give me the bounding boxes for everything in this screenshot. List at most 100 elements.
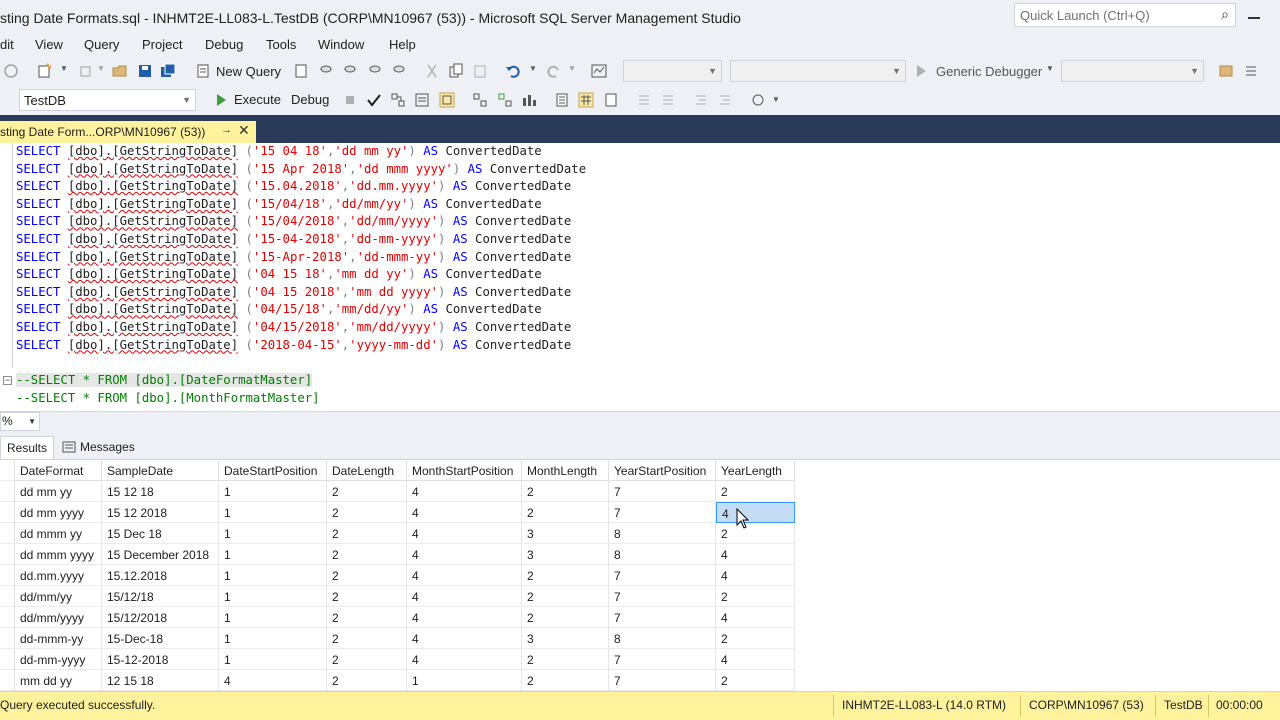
- grid-cell[interactable]: 4: [407, 481, 522, 502]
- display-estimated-plan-icon[interactable]: [390, 92, 406, 108]
- mdx-query-icon[interactable]: [318, 63, 334, 79]
- live-query-statistics-icon[interactable]: [497, 92, 513, 108]
- available-databases-select[interactable]: TestDB ▼: [19, 89, 196, 111]
- dropdown-arrow-icon[interactable]: ▼: [97, 64, 105, 73]
- row-header[interactable]: [0, 649, 15, 670]
- grid-cell[interactable]: 4: [407, 523, 522, 544]
- dropdown-arrow-icon[interactable]: ▼: [529, 64, 537, 73]
- grid-corner[interactable]: [0, 460, 15, 481]
- column-header[interactable]: MonthLength: [522, 460, 609, 481]
- minimize-button[interactable]: [1248, 17, 1260, 19]
- grid-cell[interactable]: 2: [522, 502, 609, 523]
- solution-configuration-select[interactable]: ▼: [623, 60, 722, 82]
- grid-cell[interactable]: 2: [327, 502, 407, 523]
- results-to-file-icon[interactable]: [603, 92, 619, 108]
- save-icon[interactable]: [137, 63, 153, 79]
- grid-cell[interactable]: 15 Dec 18: [102, 523, 219, 544]
- parse-checkmark-icon[interactable]: [366, 92, 382, 108]
- grid-cell[interactable]: 4: [716, 649, 795, 670]
- column-header[interactable]: DateFormat: [15, 460, 102, 481]
- grid-cell[interactable]: dd mm yy: [15, 481, 102, 502]
- menu-query[interactable]: Query: [84, 37, 119, 52]
- grid-cell[interactable]: 1: [219, 628, 327, 649]
- grid-cell[interactable]: 1: [219, 523, 327, 544]
- intellisense-enabled-icon[interactable]: [439, 92, 455, 108]
- grid-cell[interactable]: 2: [327, 481, 407, 502]
- cut-icon[interactable]: [424, 63, 440, 79]
- execute-icon[interactable]: [213, 92, 229, 108]
- menu-debug[interactable]: Debug: [205, 37, 243, 52]
- debugger-select-label[interactable]: Generic Debugger: [936, 64, 1042, 79]
- grid-cell[interactable]: 15 12 18: [102, 481, 219, 502]
- grid-cell[interactable]: 4: [407, 502, 522, 523]
- grid-cell[interactable]: 2: [522, 586, 609, 607]
- results-grid[interactable]: DateFormat SampleDate DateStartPosition Dat…: [0, 459, 1280, 691]
- redo-icon[interactable]: [546, 63, 562, 79]
- menu-window[interactable]: Window: [318, 37, 364, 52]
- grid-cell[interactable]: 15-Dec-18: [102, 628, 219, 649]
- row-header[interactable]: [0, 565, 15, 586]
- menu-help[interactable]: Help: [389, 37, 416, 52]
- grid-cell[interactable]: 1: [407, 670, 522, 691]
- grid-cell[interactable]: 15 December 2018: [102, 544, 219, 565]
- add-item-icon[interactable]: [78, 63, 94, 79]
- grid-cell[interactable]: 7: [609, 502, 716, 523]
- customize-icon[interactable]: [1243, 63, 1259, 79]
- grid-cell[interactable]: 7: [609, 586, 716, 607]
- column-header[interactable]: YearLength: [716, 460, 795, 481]
- decrease-indent-icon[interactable]: [693, 92, 709, 108]
- query-options-icon[interactable]: [414, 92, 430, 108]
- execute-button[interactable]: Execute: [234, 92, 281, 107]
- tab-messages[interactable]: Messages: [56, 436, 141, 459]
- increase-indent-icon[interactable]: [717, 92, 733, 108]
- grid-cell[interactable]: 2: [716, 670, 795, 691]
- grid-cell[interactable]: 15.12.2018: [102, 565, 219, 586]
- toolbar-options-icon[interactable]: ▼: [772, 95, 780, 104]
- grid-cell[interactable]: 12 15 18: [102, 670, 219, 691]
- row-header[interactable]: [0, 628, 15, 649]
- grid-cell[interactable]: 3: [522, 523, 609, 544]
- grid-cell[interactable]: 15/12/2018: [102, 607, 219, 628]
- collapse-icon[interactable]: −: [3, 376, 12, 385]
- database-engine-query-icon[interactable]: [293, 63, 309, 79]
- open-folder-icon[interactable]: [112, 63, 128, 79]
- grid-cell[interactable]: 7: [609, 565, 716, 586]
- grid-cell[interactable]: 4: [716, 565, 795, 586]
- grid-cell[interactable]: dd mmm yyyy: [15, 544, 102, 565]
- grid-cell[interactable]: 2: [716, 481, 795, 502]
- grid-cell[interactable]: 7: [609, 481, 716, 502]
- xmla-query-icon[interactable]: [367, 63, 383, 79]
- grid-cell[interactable]: 15 12 2018: [102, 502, 219, 523]
- grid-cell[interactable]: 1: [219, 565, 327, 586]
- grid-cell[interactable]: 2: [327, 628, 407, 649]
- grid-cell[interactable]: 1: [219, 544, 327, 565]
- grid-cell[interactable]: 8: [609, 628, 716, 649]
- grid-cell[interactable]: 15/12/18: [102, 586, 219, 607]
- grid-cell[interactable]: 4: [716, 607, 795, 628]
- grid-cell[interactable]: 3: [522, 628, 609, 649]
- debug-button[interactable]: Debug: [291, 92, 329, 107]
- grid-cell[interactable]: 2: [327, 565, 407, 586]
- comment-out-icon[interactable]: [636, 92, 652, 108]
- row-header[interactable]: [0, 586, 15, 607]
- row-header[interactable]: [0, 481, 15, 502]
- grid-cell[interactable]: 2: [327, 649, 407, 670]
- undo-icon[interactable]: [505, 63, 521, 79]
- quick-launch-input[interactable]: Quick Launch (Ctrl+Q) ⌕: [1014, 3, 1236, 27]
- grid-cell[interactable]: dd-mm-yyyy: [15, 649, 102, 670]
- uncomment-icon[interactable]: [660, 92, 676, 108]
- grid-cell[interactable]: 1: [219, 607, 327, 628]
- grid-cell[interactable]: 4: [407, 649, 522, 670]
- pin-icon[interactable]: →: [221, 124, 232, 136]
- grid-cell[interactable]: 2: [327, 586, 407, 607]
- grid-cell[interactable]: 4: [716, 544, 795, 565]
- column-header[interactable]: MonthStartPosition: [407, 460, 522, 481]
- copy-icon[interactable]: [448, 63, 464, 79]
- grid-cell[interactable]: 2: [522, 481, 609, 502]
- new-project-icon[interactable]: [37, 63, 53, 79]
- new-query-button[interactable]: New Query: [216, 64, 281, 79]
- tab-results[interactable]: Results: [0, 436, 55, 459]
- menu-edit[interactable]: dit: [0, 37, 14, 52]
- grid-cell[interactable]: 4: [407, 628, 522, 649]
- zoom-select[interactable]: % ▼: [0, 412, 40, 431]
